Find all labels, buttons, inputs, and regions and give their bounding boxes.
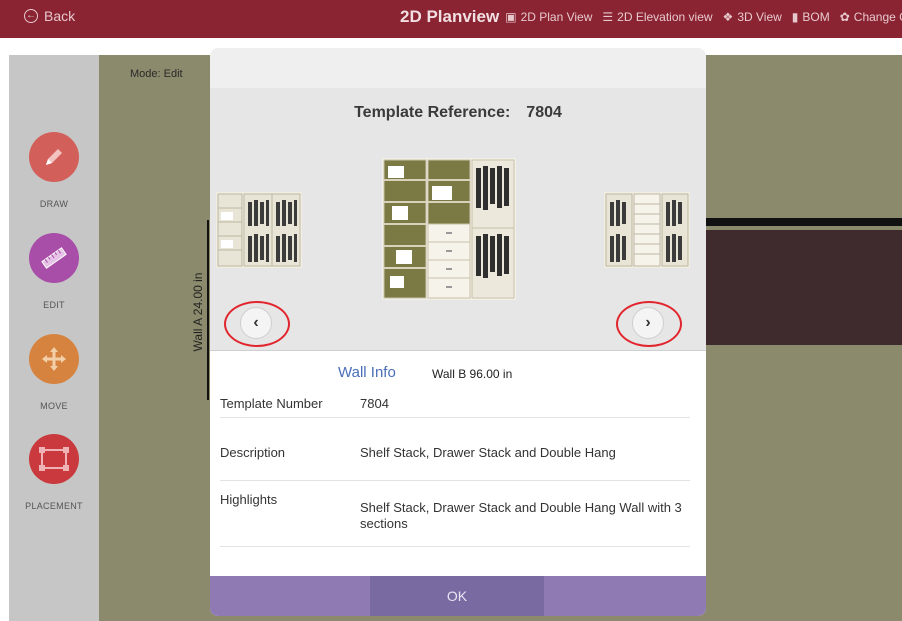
mode-label: Mode: Edit xyxy=(130,68,183,80)
template-number-label: Template Number xyxy=(220,396,323,411)
document-icon: ▮ xyxy=(791,10,799,24)
ok-button[interactable]: OK xyxy=(370,576,544,616)
nav-bom[interactable]: ▮ BOM xyxy=(792,10,830,24)
template-number-value: 7804 xyxy=(360,396,389,411)
next-template-button[interactable]: › xyxy=(632,307,664,339)
back-arrow-icon: ← xyxy=(24,9,38,23)
move-tool[interactable]: MOVE xyxy=(9,334,99,411)
modal-header xyxy=(210,48,706,89)
placement-tool[interactable]: PLACEMENT xyxy=(9,434,99,511)
description-label: Description xyxy=(220,445,286,460)
template-reference-value: 7804 xyxy=(526,104,562,121)
highlights-row: Highlights Shelf Stack, Drawer Stack and… xyxy=(220,480,690,547)
template-info-modal: Template Reference: 7804 ‹ › Wall Info W… xyxy=(210,48,706,616)
modal-footer: OK xyxy=(210,576,706,616)
nav-3d-view[interactable]: ❖ 3D View xyxy=(723,10,782,24)
previous-template-button[interactable]: ‹ xyxy=(240,307,272,339)
template-reference: Template Reference: 7804 xyxy=(354,104,562,121)
current-template-thumbnail xyxy=(382,158,516,305)
draw-tool[interactable]: DRAW xyxy=(9,132,99,209)
back-label: Back xyxy=(44,8,76,24)
placement-icon xyxy=(29,434,79,484)
wall-info-heading: Wall Info xyxy=(338,364,396,381)
description-row: Description Shelf Stack, Drawer Stack an… xyxy=(220,417,690,481)
ruler-icon xyxy=(29,233,79,283)
highlights-label: Highlights xyxy=(220,492,278,507)
pencil-icon xyxy=(29,132,79,182)
view-nav: 2D Planview ▣ 2D Plan View ☰ 2D Elevatio… xyxy=(400,7,902,27)
template-number-row: Template Number 7804 xyxy=(220,390,690,418)
description-value: Shelf Stack, Drawer Stack and Double Han… xyxy=(360,445,616,460)
back-button[interactable]: ← Back xyxy=(24,8,75,24)
nav-2d-elevation-view[interactable]: ☰ 2D Elevation view xyxy=(602,10,712,24)
chevron-left-icon: ‹ xyxy=(253,314,259,331)
wall-b-line xyxy=(703,218,902,226)
nav-2d-plan-view[interactable]: ▣ 2D Plan View xyxy=(505,10,592,24)
list-icon: ☰ xyxy=(602,10,614,24)
palette-icon: ✿ xyxy=(839,10,850,24)
edit-tool[interactable]: EDIT xyxy=(9,233,99,310)
top-bar: ← Back 2D Planview ▣ 2D Plan View ☰ 2D E… xyxy=(0,0,902,38)
edit-label: EDIT xyxy=(43,300,65,310)
plan-icon: ▣ xyxy=(505,10,517,24)
chevron-right-icon: › xyxy=(645,314,651,331)
wall-a-line xyxy=(207,220,209,400)
draw-label: DRAW xyxy=(39,199,69,209)
previous-template-thumbnail[interactable] xyxy=(216,192,302,273)
move-arrows-icon xyxy=(29,334,79,384)
next-template-thumbnail[interactable] xyxy=(604,192,690,273)
wall-info-value: Wall B 96.00 in xyxy=(432,367,513,381)
wall-a-label: Wall A 24.00 in xyxy=(191,272,205,352)
wall-b-region xyxy=(703,230,902,345)
nav-change-color[interactable]: ✿ Change Colo xyxy=(840,10,902,24)
move-label: MOVE xyxy=(40,401,68,411)
placement-label: PLACEMENT xyxy=(25,501,83,511)
cube-icon: ❖ xyxy=(722,10,734,24)
page-title: 2D Planview xyxy=(400,7,500,26)
highlights-value: Shelf Stack, Drawer Stack and Double Han… xyxy=(360,500,682,531)
